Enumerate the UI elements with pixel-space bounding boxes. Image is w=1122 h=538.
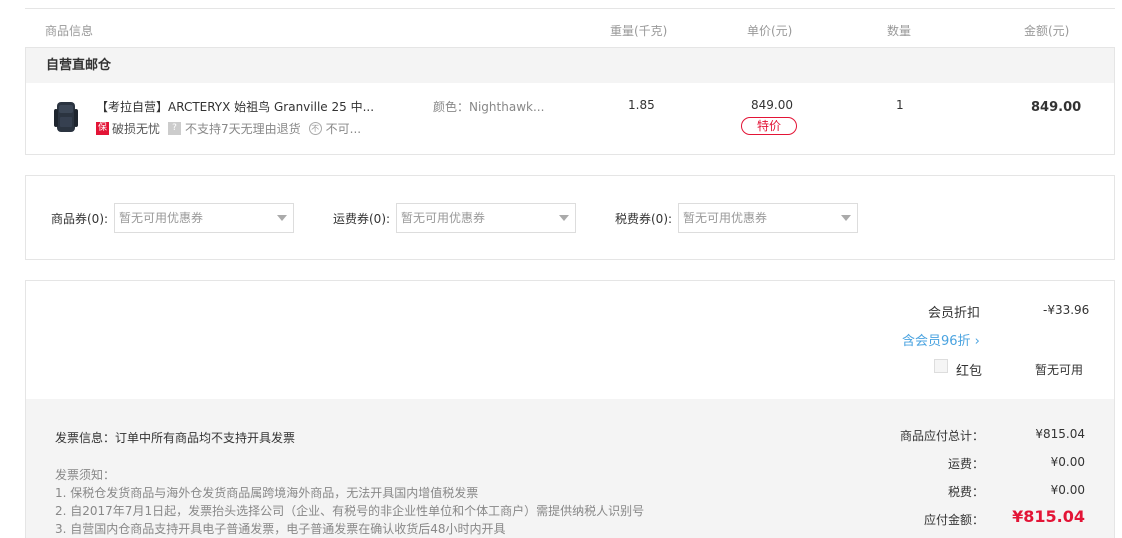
product-name-link[interactable]: 【考拉自营】ARCTERYX 始祖鸟 Granville 25 中... bbox=[96, 98, 374, 115]
chevron-down-icon bbox=[559, 215, 569, 221]
tax-coupon-select[interactable]: 暂无可用优惠券 bbox=[678, 203, 858, 233]
goods-coupon-label: 商品券(0): bbox=[51, 212, 109, 226]
redpacket-value: 暂无可用 bbox=[1035, 363, 1084, 377]
member-discount-label: 会员折扣 bbox=[928, 306, 981, 321]
tag-damage-free: 破损无忧 bbox=[112, 122, 161, 136]
product-amount: 849.00 bbox=[1031, 100, 1082, 115]
goods-total-label: 商品应付总计： bbox=[899, 429, 984, 443]
invoice-totals-area: 发票信息：订单中所有商品均不支持开具发票 发票须知： 1. 保税仓发货商品与海外… bbox=[26, 399, 1114, 538]
tax-label: 税费： bbox=[947, 485, 984, 499]
product-unit-price: 849.00 bbox=[751, 98, 793, 112]
shipping-coupon-select[interactable]: 暂无可用优惠券 bbox=[396, 203, 576, 233]
header-unit-price: 单价(元) bbox=[747, 24, 793, 38]
product-thumbnail[interactable] bbox=[50, 99, 82, 135]
shipping-coupon-label: 运费券(0): bbox=[333, 212, 391, 226]
tax-coupon-value: 暂无可用优惠券 bbox=[683, 211, 768, 225]
product-row: 【考拉自营】ARCTERYX 始祖鸟 Granville 25 中... 保 破… bbox=[26, 83, 1114, 155]
product-weight: 1.85 bbox=[628, 98, 655, 112]
special-price-badge: 特价 bbox=[741, 117, 797, 135]
vip-discount-link[interactable]: 含会员96折 › bbox=[902, 330, 980, 349]
member-discount-value: -¥33.96 bbox=[1043, 303, 1090, 317]
header-info: 商品信息 bbox=[45, 24, 94, 38]
goods-coupon-value: 暂无可用优惠券 bbox=[119, 211, 204, 225]
invoice-note-2: 2. 自2017年7月1日起，发票抬头选择公司（企业、有税号的非企业性单位和个体… bbox=[55, 504, 645, 518]
shipping-label: 运费： bbox=[947, 457, 984, 471]
question-icon: ? bbox=[168, 122, 182, 135]
coupon-section: 商品券(0): 暂无可用优惠券 运费券(0): 暂无可用优惠券 税费券(0): … bbox=[25, 175, 1115, 260]
tag-no-return: 不支持7天无理由退货 bbox=[185, 122, 301, 136]
shield-badge-icon: 保 bbox=[96, 122, 109, 135]
header-weight: 重量(千克) bbox=[610, 24, 668, 38]
warehouse-title: 自营直邮仓 bbox=[26, 48, 1114, 83]
table-header: 商品信息 重量(千克) 单价(元) 数量 金额(元) bbox=[25, 9, 1115, 47]
invoice-notes-title: 发票须知： bbox=[55, 468, 116, 482]
invoice-notes: 发票须知： 1. 保税仓发货商品与海外仓发货商品属跨境海外商品，无法开具国内增值… bbox=[55, 466, 644, 538]
payable-label: 应付金额： bbox=[923, 513, 984, 527]
chevron-down-icon bbox=[841, 215, 851, 221]
tax-value: ¥0.00 bbox=[1050, 483, 1085, 497]
shipping-value: ¥0.00 bbox=[1050, 455, 1085, 469]
tax-coupon-label: 税费券(0): bbox=[615, 212, 673, 226]
payable-value: ¥815.04 bbox=[1012, 507, 1085, 526]
redpacket-checkbox[interactable] bbox=[934, 359, 948, 373]
order-group: 自营直邮仓 【考拉自营】ARCTERYX 始祖鸟 Granville 25 中.… bbox=[25, 47, 1115, 155]
summary-section: 会员折扣 -¥33.96 含会员96折 › 红包 暂无可用 发票信息：订单中所有… bbox=[25, 280, 1115, 538]
invoice-note-3: 3. 自营国内仓商品支持开具电子普通发票，电子普通发票在确认收货后48小时内开具 bbox=[55, 522, 506, 536]
invoice-info: 发票信息：订单中所有商品均不支持开具发票 bbox=[55, 431, 296, 445]
product-color: 颜色：Nighthawk... bbox=[433, 100, 545, 114]
tag-unavailable: 不可... bbox=[325, 122, 362, 136]
goods-coupon-select[interactable]: 暂无可用优惠券 bbox=[114, 203, 294, 233]
service-tags: 保 破损无忧 ? 不支持7天无理由退货 不 不可... bbox=[96, 120, 361, 137]
product-quantity: 1 bbox=[896, 98, 904, 112]
prohibited-icon: 不 bbox=[308, 122, 322, 135]
redpacket-label: 红包 bbox=[956, 364, 983, 379]
invoice-note-1: 1. 保税仓发货商品与海外仓发货商品属跨境海外商品，无法开具国内增值税发票 bbox=[55, 486, 479, 500]
goods-total-value: ¥815.04 bbox=[1035, 427, 1085, 441]
header-amount: 金额(元) bbox=[1024, 24, 1070, 38]
shipping-coupon-value: 暂无可用优惠券 bbox=[401, 211, 486, 225]
header-quantity: 数量 bbox=[887, 24, 912, 38]
chevron-down-icon bbox=[277, 215, 287, 221]
